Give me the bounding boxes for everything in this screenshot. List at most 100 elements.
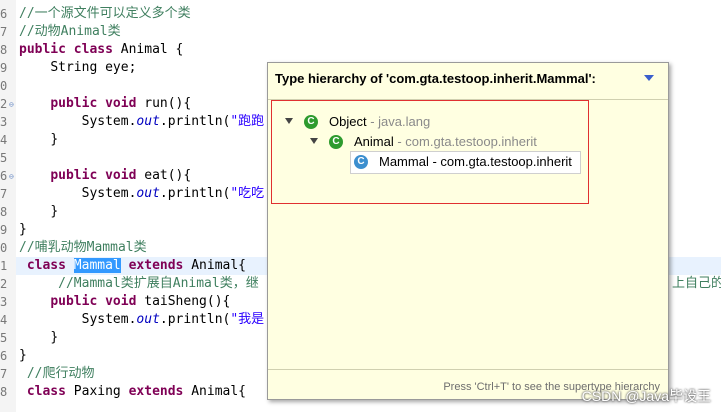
- code-token: .println(: [159, 186, 231, 201]
- code-line: //哺乳动物Mammal类: [19, 239, 147, 257]
- code-line-tail: 上自己的: [672, 276, 721, 291]
- code-token: }: [50, 330, 59, 345]
- line-number: 3: [0, 115, 8, 129]
- line-number: 8: [0, 43, 8, 57]
- code-line: class Paxing extends Animal{: [19, 383, 246, 401]
- watermark: CSDN @Java毕设王: [581, 388, 711, 404]
- code-token: System.: [81, 114, 137, 129]
- code-token: }: [50, 204, 59, 219]
- code-token: Animal{: [183, 384, 247, 399]
- line-number: 7: [0, 367, 8, 381]
- line-number: 5: [0, 151, 8, 165]
- code-token: .println(: [159, 312, 231, 327]
- code-token: //爬行动物: [26, 366, 95, 381]
- code-line: //Mammal类扩展自Animal类，继: [19, 275, 259, 293]
- code-line: //爬行动物: [19, 365, 95, 383]
- line-number: 3: [0, 295, 8, 309]
- annotation-box: [271, 100, 589, 204]
- keyword: extends: [128, 384, 184, 399]
- code-token: System.: [81, 312, 137, 327]
- line-number: 7: [0, 187, 8, 201]
- code-token: eat(){: [136, 168, 192, 183]
- keyword: class: [26, 384, 66, 399]
- code-line: }: [19, 203, 58, 221]
- code-line: }: [19, 329, 58, 347]
- code-line: class Mammal extends Animal{: [19, 257, 246, 275]
- code-line: public void taiSheng(){: [19, 293, 230, 311]
- code-token: //哺乳动物Mammal类: [19, 240, 147, 255]
- string-literal: "跑跑: [230, 114, 265, 129]
- line-number: 7: [0, 25, 8, 39]
- code-line: public class Animal {: [19, 41, 183, 59]
- code-token: //Mammal类扩展自Animal类，继: [58, 276, 259, 291]
- triangle-down-icon[interactable]: [644, 75, 654, 81]
- code-token: String eye;: [50, 60, 137, 75]
- popup-title: Type hierarchy of 'com.gta.testoop.inher…: [275, 71, 596, 86]
- field-name: out: [136, 186, 160, 201]
- code-line: //一个源文件可以定义多个类: [19, 5, 191, 23]
- code-token: run(){: [136, 96, 192, 111]
- keyword: public: [19, 42, 66, 57]
- code-token: taiSheng(){: [136, 294, 231, 309]
- line-number: 0: [0, 241, 8, 255]
- string-literal: "我是: [230, 312, 265, 327]
- field-name: out: [136, 114, 160, 129]
- code-token: Paxing: [65, 384, 129, 399]
- line-number: 8: [0, 385, 8, 399]
- code-token: Animal {: [112, 42, 184, 57]
- string-literal: "吃吃: [230, 186, 265, 201]
- line-number: 0: [0, 79, 8, 93]
- code-line: public void run(){: [19, 95, 191, 113]
- keyword: public: [50, 168, 98, 183]
- keyword: class: [26, 258, 66, 273]
- line-number: 1: [0, 259, 8, 273]
- code-line: System.out.println("我是: [19, 311, 265, 329]
- line-number: 2: [0, 277, 8, 291]
- keyword: void: [105, 96, 137, 111]
- line-number: 4: [0, 313, 8, 327]
- code-line: //动物Animal类: [19, 23, 121, 41]
- popup-divider: [268, 369, 668, 370]
- code-token: System.: [81, 186, 137, 201]
- code-line: }: [19, 221, 27, 239]
- line-number: 4: [0, 133, 8, 147]
- keyword: class: [73, 42, 113, 57]
- line-number: 8: [0, 205, 8, 219]
- code-line: System.out.println("吃吃: [19, 185, 265, 203]
- keyword: void: [105, 294, 137, 309]
- fold-marker-icon[interactable]: ⊖: [9, 172, 14, 181]
- line-number: 9: [0, 223, 8, 237]
- keyword: extends: [128, 258, 184, 273]
- keyword: public: [50, 96, 98, 111]
- keyword: void: [105, 168, 137, 183]
- code-line: System.out.println("跑跑: [19, 113, 265, 131]
- code-line: public void eat(){: [19, 167, 191, 185]
- line-number: 6: [0, 7, 8, 21]
- code-token: }: [50, 132, 59, 147]
- selected-identifier: Mammal: [73, 258, 121, 273]
- line-number: 6: [0, 349, 8, 363]
- line-number: 9: [0, 61, 8, 75]
- code-token: //动物Animal类: [19, 24, 121, 39]
- fold-marker-icon[interactable]: ⊖: [9, 100, 14, 109]
- code-line: }: [19, 347, 27, 365]
